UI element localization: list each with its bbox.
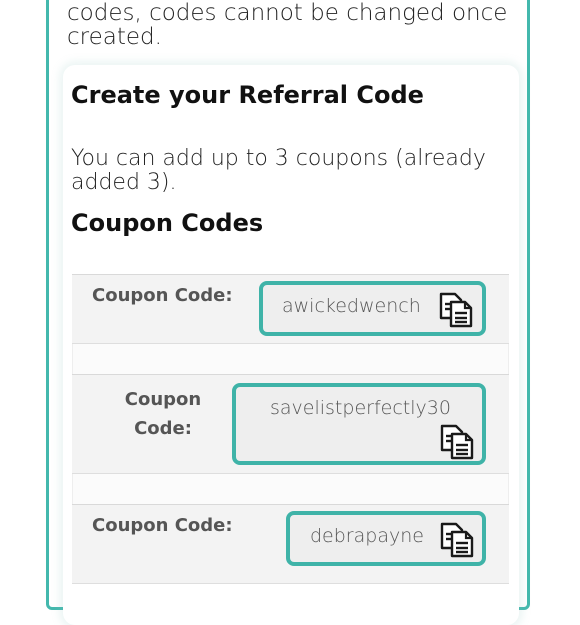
coupon-code-value: awickedwench — [282, 295, 421, 317]
coupon-codes-heading: Coupon Codes — [71, 209, 264, 237]
coupon-code-field[interactable]: debrapayne — [286, 511, 486, 566]
coupon-code-label: Coupon Code: — [92, 285, 233, 306]
coupon-code-label: Coupon Code: — [124, 389, 202, 439]
coupon-code-value: savelistperfectly30 — [270, 397, 451, 419]
referral-panel: codes, codes cannot be changed once crea… — [46, 0, 530, 625]
row-spacer — [72, 474, 509, 504]
copy-icon[interactable] — [437, 291, 475, 329]
coupon-code-label: Coupon Code: — [92, 515, 233, 536]
copy-icon[interactable] — [438, 423, 476, 461]
card-title: Create your Referral Code — [71, 81, 424, 109]
copy-icon[interactable] — [438, 521, 476, 559]
coupon-code-field[interactable]: savelistperfectly30 — [232, 383, 486, 465]
coupon-row: Coupon Code: savelistperfectly30 — [72, 374, 509, 474]
coupon-row: Coupon Code: awickedwench — [72, 274, 509, 344]
intro-text: codes, codes cannot be changed once crea… — [67, 0, 508, 50]
coupon-code-field[interactable]: awickedwench — [259, 281, 486, 336]
row-spacer — [72, 344, 509, 374]
card-description: You can add up to 3 coupons (already add… — [71, 146, 486, 195]
referral-code-card: Create your Referral Code You can add up… — [63, 65, 519, 625]
coupon-code-value: debrapayne — [310, 525, 424, 547]
coupon-row: Coupon Code: debrapayne — [72, 504, 509, 584]
